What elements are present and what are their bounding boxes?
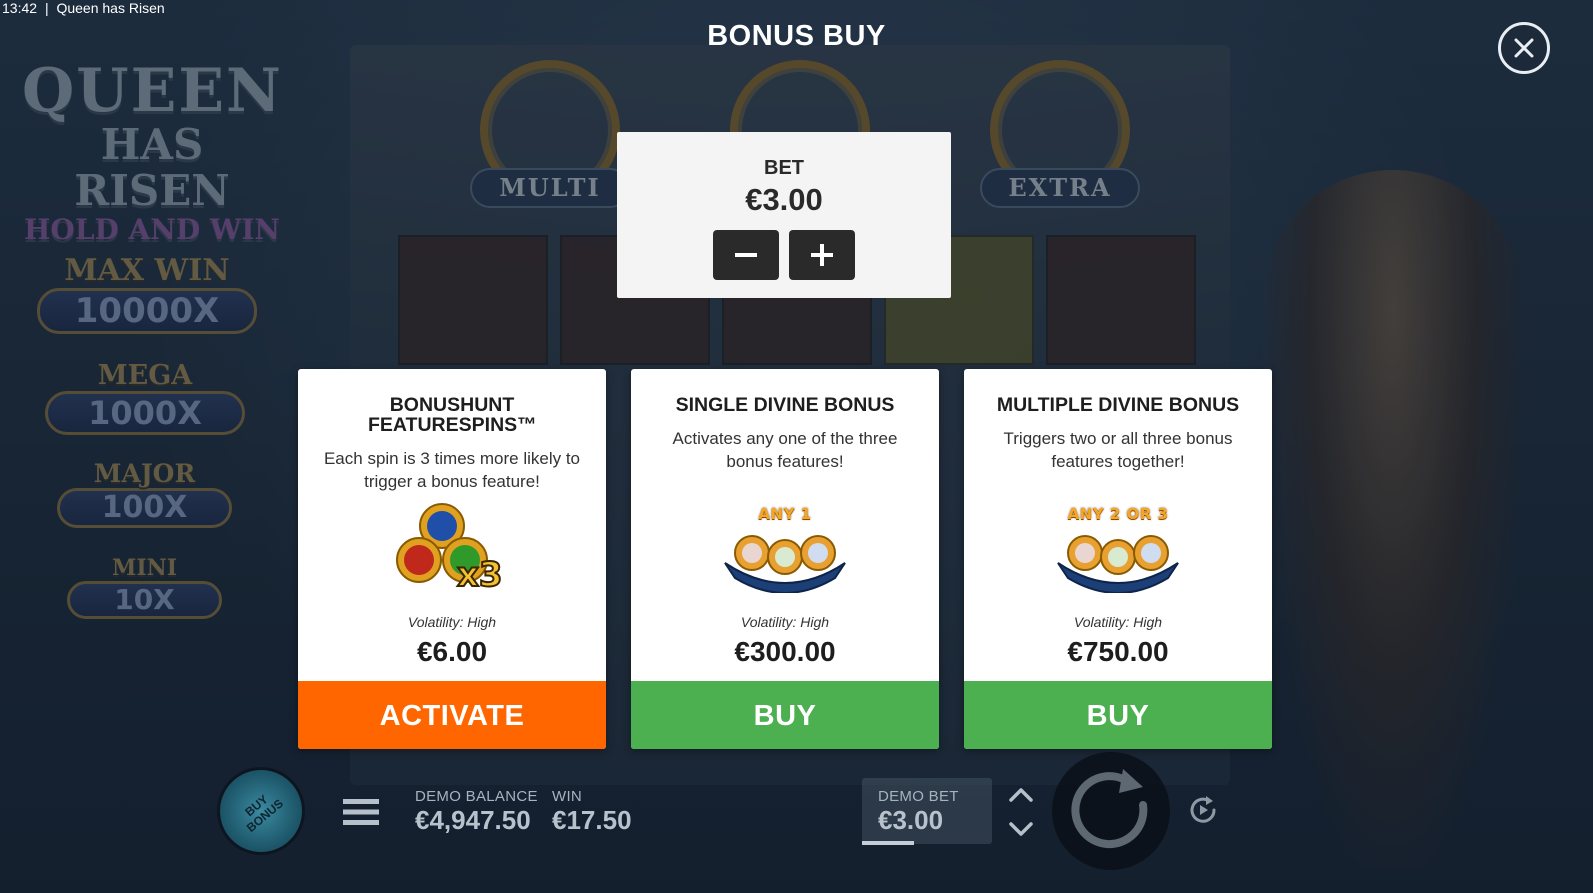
close-button[interactable] <box>1498 22 1550 74</box>
volatility-text: Volatility: High <box>1073 614 1163 630</box>
modal-title: BONUS BUY <box>707 20 886 52</box>
demo-balance-label: DEMO BALANCE <box>415 788 538 805</box>
autoplay-icon[interactable] <box>1186 793 1220 827</box>
offer-price: €750.00 <box>1067 636 1169 667</box>
bet-indicator <box>862 841 914 845</box>
win-label: WIN <box>552 788 583 805</box>
volatility-text: Volatility: High <box>407 614 497 630</box>
demo-bet-value: €3.00 <box>878 805 944 835</box>
single-divine-art: ANY 1 <box>631 501 939 596</box>
buy-bonus-label: BUY BONUS <box>242 792 286 835</box>
art-label: ANY 2 OR 3 <box>1067 504 1169 523</box>
buy-bonus-button[interactable]: BUY BONUS <box>217 767 305 855</box>
bet-stepper <box>617 230 951 280</box>
art-label: ANY 1 <box>758 504 812 523</box>
demo-balance-value: €4,947.50 <box>415 805 531 835</box>
increase-bet-button[interactable] <box>789 230 855 280</box>
minus-icon <box>735 253 757 257</box>
divine-emblems-icon <box>1057 534 1179 593</box>
activate-button[interactable]: ACTIVATE <box>298 681 606 749</box>
bet-value: €3.00 <box>745 182 823 217</box>
volatility-text: Volatility: High <box>740 614 830 630</box>
buy-button[interactable]: BUY <box>964 681 1272 749</box>
scarab-coins-icon: x3 <box>396 502 504 596</box>
offer-card-single-divine: SINGLE DIVINE BONUS Activates any one of… <box>631 369 939 749</box>
offer-description: Triggers two or all three bonus features… <box>1003 429 1233 471</box>
offer-price: €300.00 <box>734 636 836 667</box>
bet-label: BET <box>764 157 804 179</box>
multiple-divine-art: ANY 2 OR 3 <box>964 501 1272 596</box>
offer-title: MULTIPLE DIVINE BONUS <box>996 394 1240 416</box>
offer-description: Each spin is 3 times more likely to trig… <box>323 449 581 491</box>
spin-button[interactable] <box>1052 752 1170 870</box>
divine-emblems-icon <box>724 534 846 593</box>
close-icon <box>1514 38 1534 58</box>
bet-arrows-icon[interactable] <box>1007 784 1035 840</box>
menu-icon[interactable] <box>343 797 379 827</box>
clock: 13:42 <box>2 0 38 16</box>
plus-icon <box>811 244 833 266</box>
offer-card-multiple-divine: MULTIPLE DIVINE BONUS Triggers two or al… <box>964 369 1272 749</box>
art-label: x3 <box>457 555 503 595</box>
buy-button[interactable]: BUY <box>631 681 939 749</box>
featurespins-art: x3 <box>298 502 606 599</box>
spin-icon <box>1071 769 1148 849</box>
status-bar: 13:42 | Queen has Risen <box>2 0 169 16</box>
offer-title: BONUSHUNT FEATURESPINS™ <box>368 394 537 436</box>
bet-panel: BET €3.00 <box>617 132 951 298</box>
offer-card-bonushunt: BONUSHUNT FEATURESPINS™ Each spin is 3 t… <box>298 369 606 749</box>
offer-description: Activates any one of the three bonus fea… <box>672 429 898 471</box>
win-value: €17.50 <box>552 805 632 835</box>
offer-price: €6.00 <box>416 636 488 667</box>
decrease-bet-button[interactable] <box>713 230 779 280</box>
status-separator: | <box>44 0 49 16</box>
demo-bet-label: DEMO BET <box>878 788 959 805</box>
game-name: Queen has Risen <box>56 0 165 16</box>
offer-title: SINGLE DIVINE BONUS <box>675 394 895 416</box>
